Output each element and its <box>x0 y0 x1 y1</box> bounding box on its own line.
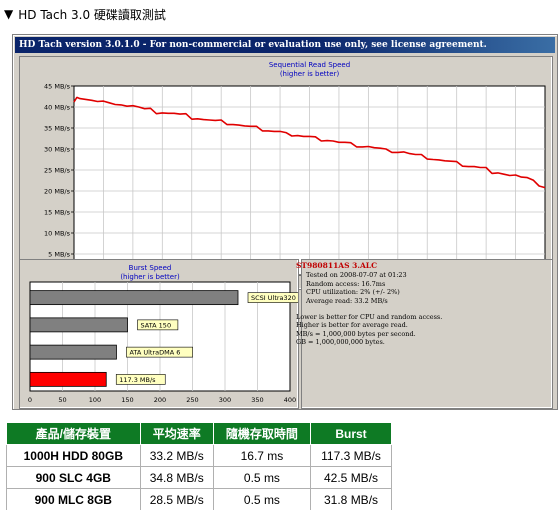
tested-date: Tested on 2008-07-07 at 01:23 <box>306 271 407 280</box>
table-cell: 16.7 ms <box>212 444 312 467</box>
burst-speed-chart: Burst Speed(higher is better) 0 50 100 150 20… <box>28 264 311 404</box>
cpu-utilization: CPU utilization: 2% (+/- 2%) <box>306 288 400 297</box>
burst-tick-label: 0 <box>28 396 32 404</box>
burst-subtitle: (higher is better) <box>120 273 180 281</box>
y-tick-label: 35 MB/s <box>44 125 71 133</box>
burst-bar-label: SCSI Ultra320 <box>251 294 296 302</box>
burst-bar-label: ATA UltraDMA 6 <box>129 349 180 357</box>
note-line: GB = 1,000,000,000 bytes. <box>296 338 385 347</box>
burst-tick-label: 250 <box>186 396 198 404</box>
triangle-down-icon[interactable]: ▼ <box>4 7 13 21</box>
y-tick-label: 10 MB/s <box>44 230 71 238</box>
y-tick-label: 20 MB/s <box>44 188 71 196</box>
hdtach-window: HD Tach version 3.0.1.0 - For non-commer… <box>12 34 558 410</box>
table-cell: 0.5 ms <box>212 488 312 510</box>
burst-bar-result <box>29 371 107 387</box>
column-header: Burst <box>310 422 392 445</box>
burst-tick-label: 400 <box>284 396 296 404</box>
average-read: Average read: 33.2 MB/s <box>306 296 388 305</box>
column-header: 產品/儲存裝置 <box>6 422 141 445</box>
column-header: 隨機存取時間 <box>212 422 312 445</box>
page-heading: ▼ HD Tach 3.0 硬碟讀取測試 <box>4 4 166 24</box>
table-cell: 33.2 MB/s <box>139 444 214 467</box>
y-tick-label: 15 MB/s <box>44 209 71 217</box>
table-row: 900 MLC 8GB 28.5 MB/s 0.5 ms 31.8 MB/s <box>6 488 392 510</box>
column-header: 平均速率 <box>139 422 214 445</box>
burst-tick-label: 150 <box>121 396 133 404</box>
y-tick-label: 45 MB/s <box>44 83 71 91</box>
note-line: Lower is better for CPU and random acces… <box>296 313 443 322</box>
sequential-read-panel: Sequential Read Speed (higher is better) 4… <box>19 56 554 290</box>
random-access: Random access: 16.7ms <box>306 279 386 288</box>
table-cell: 34.8 MB/s <box>139 466 214 489</box>
burst-tick-label: 350 <box>251 396 263 404</box>
y-tick-label: 40 MB/s <box>44 104 71 112</box>
burst-speed-panel: Burst Speed (higher is better) 0 50 100 150 20… <box>19 259 311 409</box>
table-cell: 1000H HDD 80GB <box>6 444 141 467</box>
table-row: 900 SLC 4GB 34.8 MB/s 0.5 ms 42.5 MB/s <box>6 466 392 489</box>
table-cell: 0.5 ms <box>212 466 312 489</box>
y-tick-label: 25 MB/s <box>44 167 71 175</box>
burst-bar-reference <box>29 344 117 360</box>
burst-tick-label: 50 <box>58 396 66 404</box>
table-cell: 900 MLC 8GB <box>6 488 141 510</box>
drive-name: ST980811AS 3.ALC <box>296 261 378 270</box>
sequential-read-chart: Sequential Read Speed(higher is better)4… <box>44 61 554 288</box>
burst-title: Burst Speed <box>129 264 172 272</box>
table-cell: 28.5 MB/s <box>139 488 214 510</box>
burst-bar-reference <box>29 290 239 306</box>
table-cell: 900 SLC 4GB <box>6 466 141 489</box>
y-tick-label: 30 MB/s <box>44 146 71 154</box>
note-line: MB/s = 1,000,000 bytes per second. <box>296 329 416 338</box>
burst-tick-label: 200 <box>154 396 166 404</box>
page-heading-text: HD Tach 3.0 硬碟讀取測試 <box>18 7 166 22</box>
burst-tick-label: 100 <box>89 396 101 404</box>
window-titlebar[interactable]: HD Tach version 3.0.1.0 - For non-commer… <box>15 37 555 53</box>
table-row: 1000H HDD 80GB 33.2 MB/s 16.7 ms 117.3 M… <box>6 444 392 467</box>
note-line: Higher is better for average read. <box>296 321 408 330</box>
burst-bar-reference <box>29 317 128 333</box>
table-cell: 31.8 MB/s <box>310 488 392 510</box>
table-cell: 117.3 MB/s <box>310 444 392 467</box>
benchmark-table: 產品/儲存裝置 平均速率 隨機存取時間 Burst 1000H HDD 80GB… <box>6 422 392 510</box>
chart-title: Sequential Read Speed <box>269 61 350 69</box>
chart-subtitle: (higher is better) <box>280 70 340 78</box>
burst-bar-label: SATA 150 <box>141 321 172 329</box>
table-header-row: 產品/儲存裝置 平均速率 隨機存取時間 Burst <box>6 422 392 445</box>
burst-bar-label: 117.3 MB/s <box>119 376 156 384</box>
table-cell: 42.5 MB/s <box>310 466 392 489</box>
window-title: HD Tach version 3.0.1.0 - For non-commer… <box>19 40 487 50</box>
results-info: ST980811AS 3.ALC Tested on 2008-07-07 at… <box>296 261 536 347</box>
y-tick-label: 5 MB/s <box>48 251 70 259</box>
burst-tick-label: 300 <box>219 396 231 404</box>
